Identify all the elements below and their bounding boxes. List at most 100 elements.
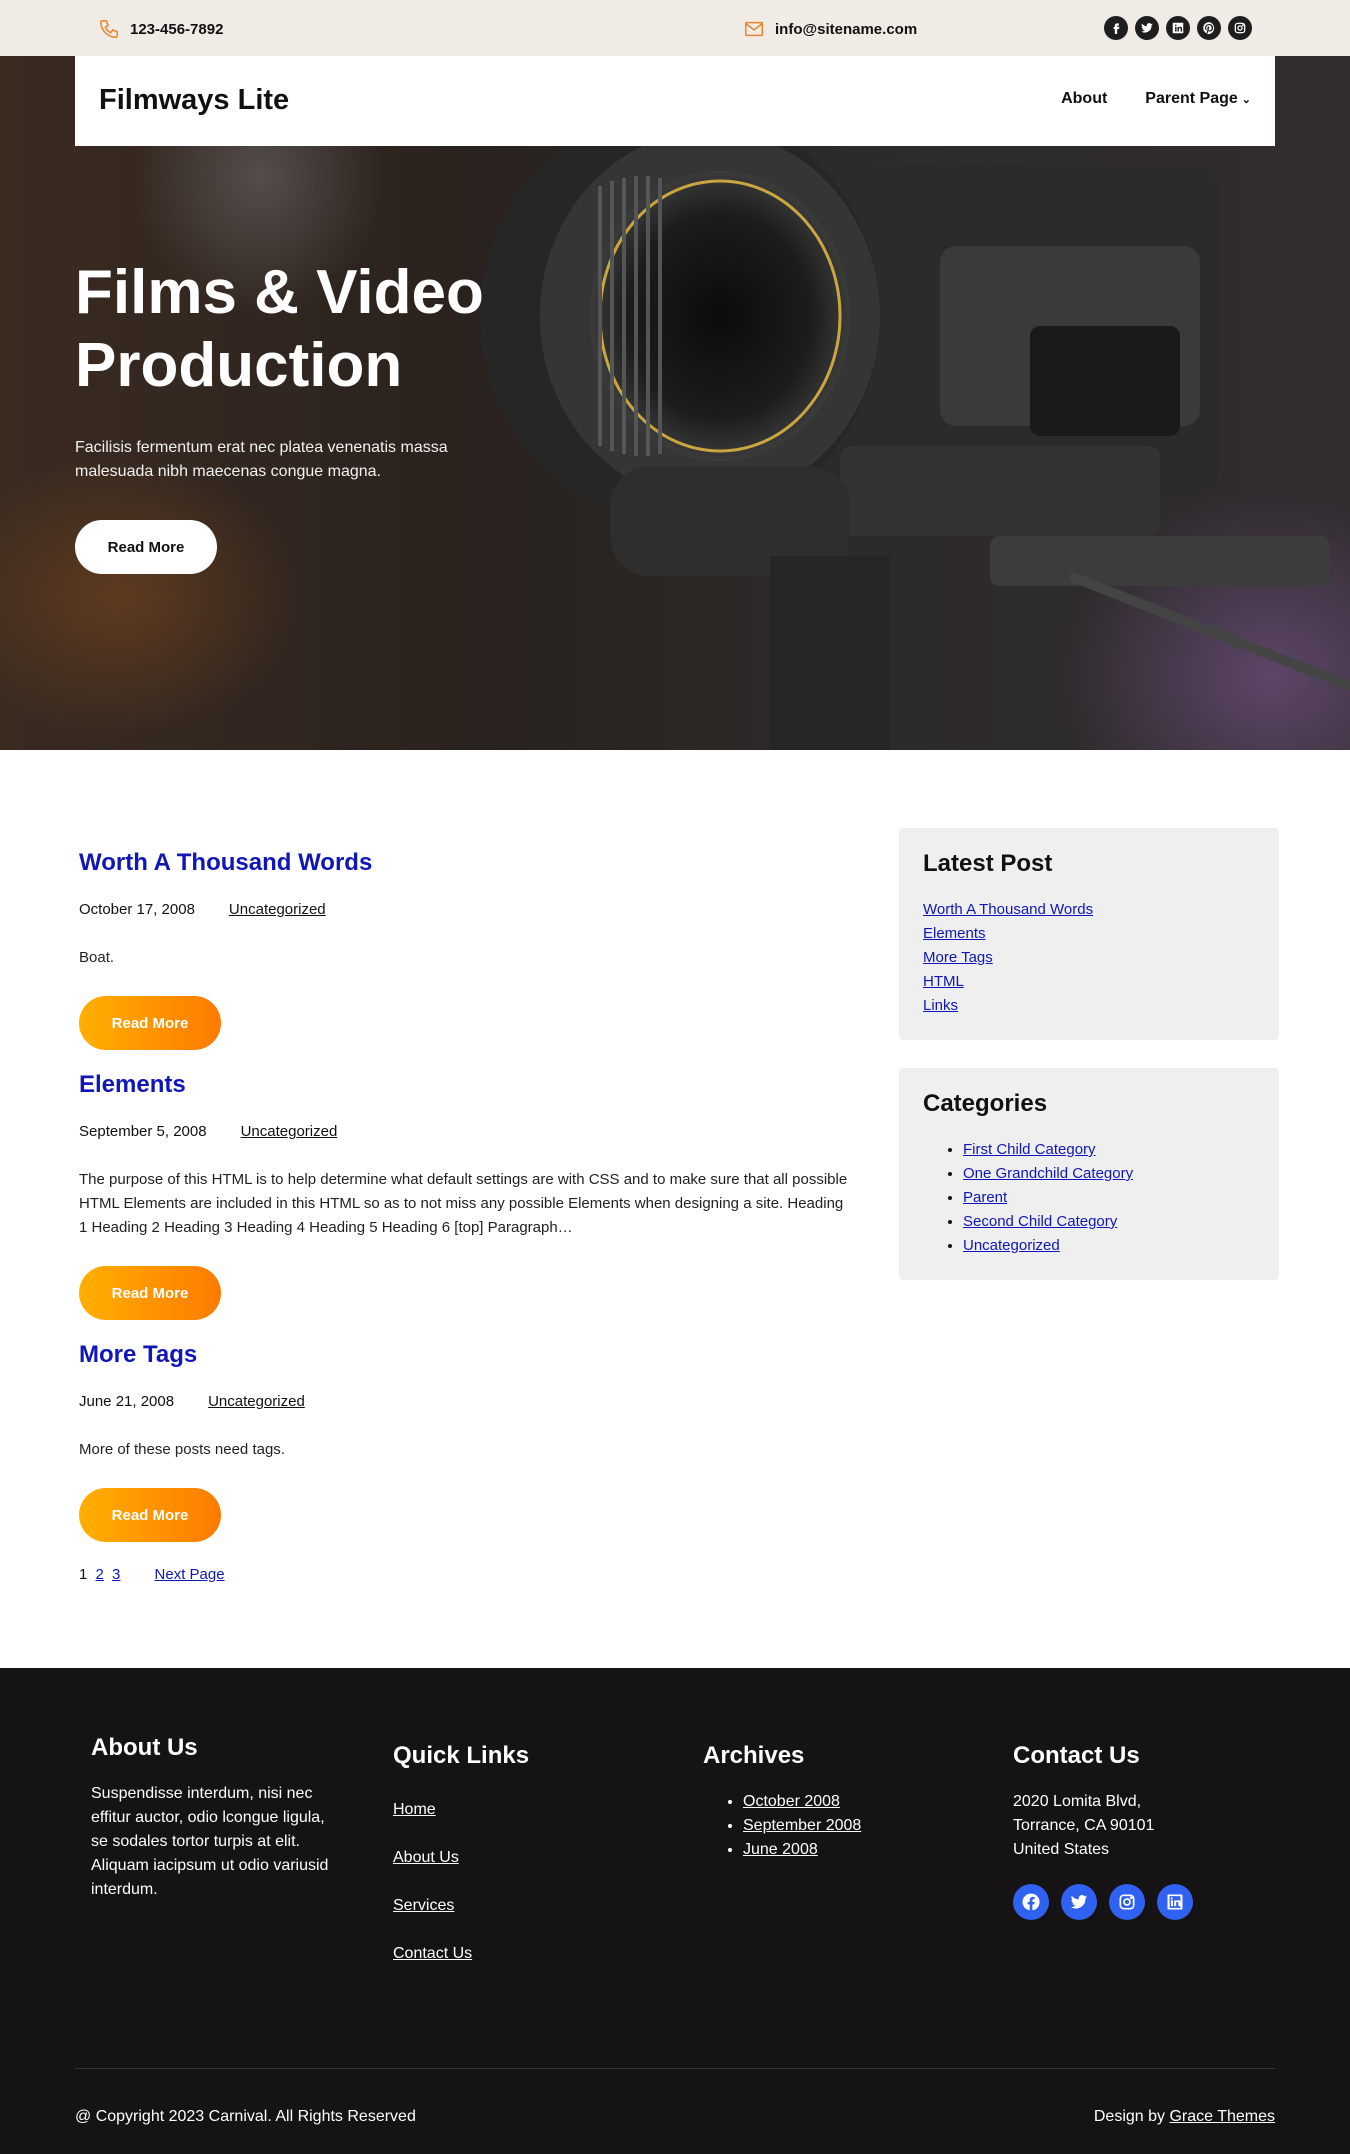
post-title[interactable]: Worth A Thousand Words: [79, 849, 849, 877]
footer-about: About Us Suspendisse interdum, nisi nec …: [91, 1734, 341, 1902]
site-logo[interactable]: Filmways Lite: [99, 84, 289, 117]
footer-about-text: Suspendisse interdum, nisi nec effitur a…: [91, 1785, 329, 1898]
category-link[interactable]: Uncategorized: [963, 1237, 1060, 1254]
footer-archives: Archives October 2008 September 2008 Jun…: [703, 1742, 953, 1862]
site-header: Filmways Lite About Parent Page ⌄: [75, 56, 1275, 146]
category-list: First Child Category One Grandchild Cate…: [923, 1138, 1255, 1258]
post-excerpt: The purpose of this HTML is to help dete…: [79, 1171, 848, 1236]
latest-post-link[interactable]: More Tags: [923, 949, 993, 966]
read-more-button[interactable]: Read More: [79, 996, 221, 1050]
post-date: October 17, 2008: [79, 901, 195, 918]
footer-divider: [75, 2068, 1275, 2069]
post-date: June 21, 2008: [79, 1393, 175, 1410]
list-item: June 2008: [743, 1838, 953, 1862]
post-title[interactable]: Elements: [79, 1071, 849, 1099]
footer-quick-links: Quick Links Home About Us Services Conta…: [393, 1742, 643, 1978]
list-item: First Child Category: [963, 1138, 1255, 1162]
pinterest-icon[interactable]: [1197, 16, 1221, 40]
list-item: Elements: [923, 922, 1255, 946]
email-address: info@sitename.com: [775, 20, 918, 38]
hero-banner: Films & Video Production Facilisis ferme…: [0, 56, 1350, 750]
post-meta: June 21, 2008 Uncategorized: [79, 1393, 849, 1410]
footer-heading: Contact Us: [1013, 1742, 1140, 1769]
post-title[interactable]: More Tags: [79, 1341, 849, 1369]
list-item: Contact Us: [393, 1930, 643, 1978]
hero-title: Films & Video Production: [75, 258, 484, 400]
instagram-icon[interactable]: [1109, 1884, 1145, 1920]
post-article: Elements September 5, 2008 Uncategorized…: [79, 1071, 849, 1320]
list-item: Worth A Thousand Words: [923, 898, 1255, 922]
list-item: October 2008: [743, 1790, 953, 1814]
main-nav: About Parent Page ⌄: [1061, 90, 1251, 108]
latest-post-link[interactable]: Worth A Thousand Words: [923, 901, 1093, 918]
list-item: Uncategorized: [963, 1234, 1255, 1258]
instagram-icon[interactable]: [1228, 16, 1252, 40]
footer-link-services[interactable]: Services: [393, 1897, 454, 1914]
footer-heading: Archives: [703, 1742, 805, 1769]
archive-link[interactable]: September 2008: [743, 1817, 861, 1834]
read-more-button[interactable]: Read More: [79, 1266, 221, 1320]
footer-contact: Contact Us 2020 Lomita Blvd, Torrance, C…: [1013, 1742, 1263, 1920]
hero-read-more-button[interactable]: Read More: [75, 520, 217, 574]
nav-item-parent-page[interactable]: Parent Page ⌄: [1145, 90, 1251, 108]
category-link[interactable]: Parent: [963, 1189, 1007, 1206]
archives-list: October 2008 September 2008 June 2008: [703, 1790, 953, 1862]
footer-link-about[interactable]: About Us: [393, 1849, 459, 1866]
phone-contact[interactable]: 123-456-7892: [98, 18, 223, 40]
address-line: United States: [1013, 1841, 1110, 1858]
footer-link-contact[interactable]: Contact Us: [393, 1945, 472, 1962]
list-item: About Us: [393, 1834, 643, 1882]
copyright-text: @ Copyright 2023 Carnival. All Rights Re…: [75, 2108, 416, 2125]
pagination: 1 2 3 Next Page: [79, 1566, 225, 1583]
latest-post-link[interactable]: Elements: [923, 925, 986, 942]
address-line: Torrance, CA 90101: [1013, 1817, 1155, 1834]
camera-image: [480, 126, 1350, 750]
twitter-icon[interactable]: [1135, 16, 1159, 40]
facebook-icon[interactable]: [1013, 1884, 1049, 1920]
phone-number: 123-456-7892: [130, 20, 224, 38]
post-category-link[interactable]: Uncategorized: [241, 1123, 338, 1140]
post-meta: September 5, 2008 Uncategorized: [79, 1123, 849, 1140]
email-contact[interactable]: info@sitename.com: [743, 18, 917, 40]
widget-title: Categories: [923, 1090, 1048, 1117]
latest-post-list: Worth A Thousand Words Elements More Tag…: [923, 898, 1255, 1018]
pagination-page-2[interactable]: 2: [96, 1566, 104, 1583]
list-item: More Tags: [923, 946, 1255, 970]
post-article: More Tags June 21, 2008 Uncategorized Mo…: [79, 1341, 849, 1542]
category-link[interactable]: One Grandchild Category: [963, 1165, 1133, 1182]
nav-item-about[interactable]: About: [1061, 90, 1107, 108]
facebook-icon[interactable]: [1104, 16, 1128, 40]
category-link[interactable]: Second Child Category: [963, 1213, 1117, 1230]
site-footer: About Us Suspendisse interdum, nisi nec …: [0, 1668, 1350, 2154]
twitter-icon[interactable]: [1061, 1884, 1097, 1920]
topbar-social-links: [1104, 16, 1252, 40]
list-item: Services: [393, 1882, 643, 1930]
design-credit-prefix: Design by: [1093, 2108, 1166, 2125]
category-link[interactable]: First Child Category: [963, 1141, 1096, 1158]
linkedin-icon[interactable]: [1166, 16, 1190, 40]
read-more-button[interactable]: Read More: [79, 1488, 221, 1542]
linkedin-icon[interactable]: [1157, 1884, 1193, 1920]
archive-link[interactable]: October 2008: [743, 1793, 840, 1810]
pagination-current: 1: [79, 1566, 88, 1583]
post-date: September 5, 2008: [79, 1123, 207, 1140]
widget-title: Latest Post: [923, 850, 1053, 877]
pagination-page-3[interactable]: 3: [112, 1566, 120, 1583]
list-item: Links: [923, 994, 1255, 1018]
list-item: Second Child Category: [963, 1210, 1255, 1234]
design-credit-link[interactable]: Grace Themes: [1169, 2108, 1275, 2125]
post-category-link[interactable]: Uncategorized: [208, 1393, 305, 1410]
latest-post-widget: Latest Post Worth A Thousand Words Eleme…: [899, 828, 1279, 1040]
quick-links-list: Home About Us Services Contact Us: [393, 1786, 643, 1978]
mail-icon: [745, 21, 763, 37]
hero-subtitle: Facilisis fermentum erat nec platea vene…: [75, 439, 448, 480]
address-line: 2020 Lomita Blvd,: [1013, 1793, 1142, 1810]
post-category-link[interactable]: Uncategorized: [229, 901, 326, 918]
footer-link-home[interactable]: Home: [393, 1801, 436, 1818]
pagination-next-link[interactable]: Next Page: [155, 1566, 225, 1583]
top-bar: 123-456-7892 info@sitename.com: [0, 0, 1350, 56]
nav-item-label: Parent Page: [1145, 90, 1238, 107]
archive-link[interactable]: June 2008: [743, 1841, 818, 1858]
latest-post-link[interactable]: HTML: [923, 973, 964, 990]
latest-post-link[interactable]: Links: [923, 997, 958, 1014]
